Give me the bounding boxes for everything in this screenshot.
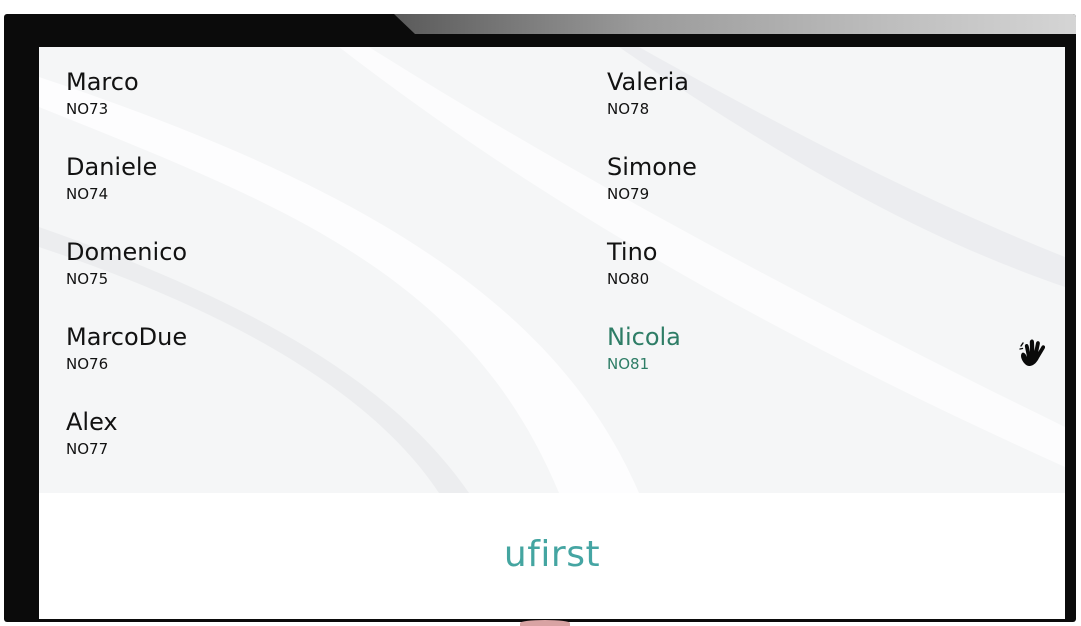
queue-item-name: Domenico [66,238,188,266]
queue-item[interactable]: Tino NO80 [607,237,947,307]
queue-item-code: NO73 [66,100,109,118]
queue-item-active[interactable]: Nicola NO81 [607,322,947,392]
queue-item-name: Simone [607,153,697,181]
queue-item-name: MarcoDue [66,323,188,351]
queue-item-code: NO79 [607,185,650,203]
queue-item[interactable]: Valeria NO78 [607,67,947,137]
queue-item-code: NO74 [66,185,109,203]
queue-item-name: Tino [607,238,658,266]
queue-item[interactable]: Marco NO73 [66,67,406,137]
queue-item[interactable]: MarcoDue NO76 [66,322,406,392]
queue-item-name: Valeria [607,68,689,96]
queue-item-code: NO76 [66,355,109,373]
queue-item[interactable]: Alex NO77 [66,407,406,477]
stand-accent [520,620,570,626]
queue-item-name: Marco [66,68,139,96]
queue-item-code: NO77 [66,440,109,458]
footer-bar: ufirst [39,493,1065,619]
queue-item-code: NO81 [607,355,650,373]
queue-item-code: NO78 [607,100,650,118]
queue-item-name: Daniele [66,153,158,181]
queue-item[interactable]: Simone NO79 [607,152,947,222]
queue-item-name: Nicola [607,323,681,351]
queue-item[interactable]: Domenico NO75 [66,237,406,307]
queue-item[interactable]: Daniele NO74 [66,152,406,222]
queue-item-name: Alex [66,408,118,436]
bezel-shine [394,14,1076,34]
queue-list: Marco NO73 Daniele NO74 Domenico NO75 Ma… [39,47,1065,493]
hand-wave-icon [1019,339,1046,367]
queue-item-code: NO80 [607,270,650,288]
display-screen: Marco NO73 Daniele NO74 Domenico NO75 Ma… [39,47,1065,619]
queue-item-code: NO75 [66,270,109,288]
brand-logo: ufirst [39,533,1065,577]
monitor-bezel: Marco NO73 Daniele NO74 Domenico NO75 Ma… [4,14,1076,622]
